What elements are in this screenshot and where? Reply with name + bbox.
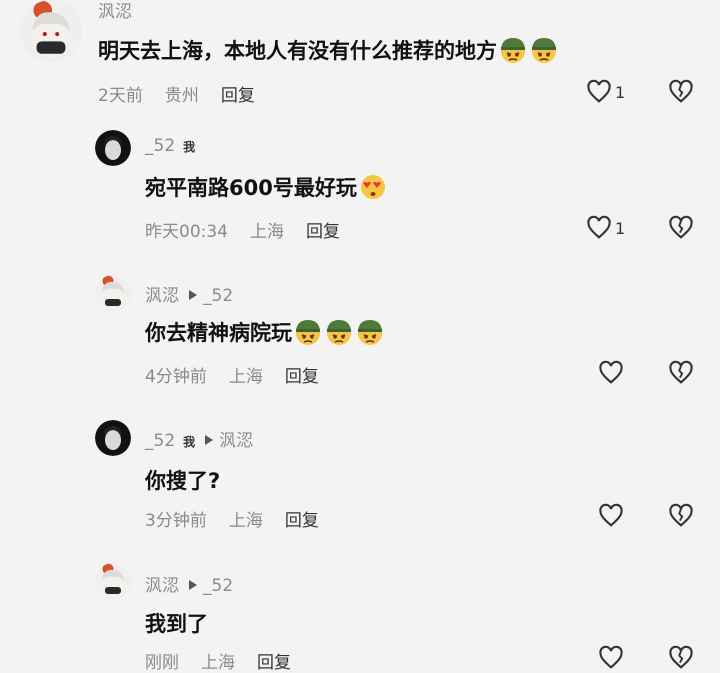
- heart-outline-icon: [587, 79, 611, 103]
- username[interactable]: 沨涊 _52: [145, 571, 233, 596]
- comment-time: 2天前: [98, 86, 143, 106]
- broken-heart-icon: [669, 645, 693, 669]
- reply-item: _52 我 沨涊 你搜了? 3分钟前 上海 回复: [0, 415, 720, 540]
- comment-location: 上海: [228, 511, 263, 531]
- like-button[interactable]: [597, 502, 625, 530]
- me-badge: 我: [183, 435, 196, 449]
- comment-location: 上海: [201, 653, 235, 673]
- username[interactable]: 沨涊 _52: [145, 281, 233, 306]
- broken-heart-icon: [669, 503, 693, 527]
- heart-outline-icon: [587, 215, 611, 239]
- comment-text: 你搜了?: [145, 465, 220, 495]
- avatar[interactable]: [95, 275, 131, 311]
- avatar[interactable]: [95, 420, 131, 456]
- reply-to-user[interactable]: _52: [203, 286, 233, 306]
- comment-time: 昨天00:34: [145, 222, 228, 242]
- reply-to-arrow-icon: [189, 580, 197, 590]
- like-count: 1: [615, 218, 626, 238]
- reply-button[interactable]: 回复: [306, 222, 340, 242]
- avatar[interactable]: [95, 130, 131, 166]
- like-button[interactable]: 1: [585, 214, 625, 242]
- dislike-button[interactable]: [667, 78, 695, 106]
- comment-text-content: 你去精神病院玩: [145, 321, 292, 345]
- avatar[interactable]: [20, 0, 82, 62]
- like-button[interactable]: 1: [585, 78, 625, 106]
- comment-text: 我到了: [145, 608, 208, 638]
- reply-button[interactable]: 回复: [285, 367, 319, 387]
- reply-item: 沨涊 _52 你去精神病院玩 4分钟前 上海 回复: [0, 270, 720, 395]
- broken-heart-icon: [669, 79, 693, 103]
- username[interactable]: _52 我 沨涊: [145, 426, 253, 451]
- comment-text: 你去精神病院玩: [145, 317, 385, 349]
- reply-button[interactable]: 回复: [221, 86, 255, 106]
- username-text: _52: [145, 431, 176, 451]
- like-button[interactable]: [597, 359, 625, 387]
- heart-outline-icon: [599, 360, 623, 384]
- comment-time: 刚刚: [145, 653, 179, 673]
- reply-item: _52 我 宛平南路600号最好玩 昨天00:34 上海 回复 1: [0, 125, 720, 245]
- reply-button[interactable]: 回复: [257, 653, 291, 673]
- like-count: 1: [615, 82, 626, 102]
- comment-location: 贵州: [164, 86, 199, 106]
- comment-text-content: 宛平南路600号最好玩: [145, 176, 357, 200]
- comment-location: 上海: [250, 222, 284, 242]
- comment-time: 3分钟前: [145, 511, 207, 531]
- reply-to-user[interactable]: 沨涊: [219, 431, 253, 451]
- dislike-button[interactable]: [667, 502, 695, 530]
- avatar[interactable]: [95, 563, 131, 599]
- comment-meta: 4分钟前 上海 回复: [145, 362, 341, 387]
- reply-to-user[interactable]: _52: [203, 576, 233, 596]
- reply-button[interactable]: 回复: [285, 511, 319, 531]
- soldier-face-emoji: [498, 35, 528, 65]
- reply-to-arrow-icon: [205, 435, 214, 445]
- username[interactable]: 沨涊: [98, 0, 132, 22]
- username-text: 沨涊: [145, 576, 179, 596]
- comment-time: 4分钟前: [145, 367, 207, 387]
- comment-text: 明天去上海，本地人有没有什么推荐的地方: [98, 35, 559, 67]
- dislike-button[interactable]: [667, 359, 695, 387]
- soldier-face-emoji: [529, 35, 559, 65]
- broken-heart-icon: [669, 215, 693, 239]
- comment-meta: 刚刚 上海 回复: [145, 648, 313, 673]
- like-button[interactable]: [597, 644, 625, 672]
- reply-to-arrow-icon: [189, 290, 197, 300]
- heart-outline-icon: [599, 503, 623, 527]
- username-text: 沨涊: [145, 286, 179, 306]
- comment-location: 上海: [228, 367, 263, 387]
- comment-text-content: 你搜了?: [145, 469, 221, 493]
- comment-text-content: 明天去上海，本地人有没有什么推荐的地方: [98, 39, 497, 63]
- soldier-face-emoji: [293, 317, 323, 347]
- heart-outline-icon: [599, 645, 623, 669]
- comment-text-content: 我到了: [145, 612, 208, 636]
- soldier-face-emoji: [324, 317, 354, 347]
- me-badge: 我: [183, 140, 196, 154]
- reply-item: 沨涊 _52 我到了 刚刚 上海 回复: [0, 558, 720, 673]
- dislike-button[interactable]: [667, 644, 695, 672]
- comment-text: 宛平南路600号最好玩: [145, 172, 388, 204]
- comment-item: 沨涊 明天去上海，本地人有没有什么推荐的地方 2天前 贵州 回复 1: [0, 0, 720, 120]
- heart-eyes-emoji: [358, 172, 388, 202]
- comment-meta: 3分钟前 上海 回复: [145, 506, 341, 531]
- dislike-button[interactable]: [667, 214, 695, 242]
- broken-heart-icon: [669, 360, 693, 384]
- soldier-face-emoji: [355, 317, 385, 347]
- comment-meta: 2天前 贵州 回复: [98, 81, 277, 106]
- comment-meta: 昨天00:34 上海 回复: [145, 217, 362, 242]
- username[interactable]: _52 我: [145, 136, 195, 156]
- username-text: _52: [145, 136, 176, 156]
